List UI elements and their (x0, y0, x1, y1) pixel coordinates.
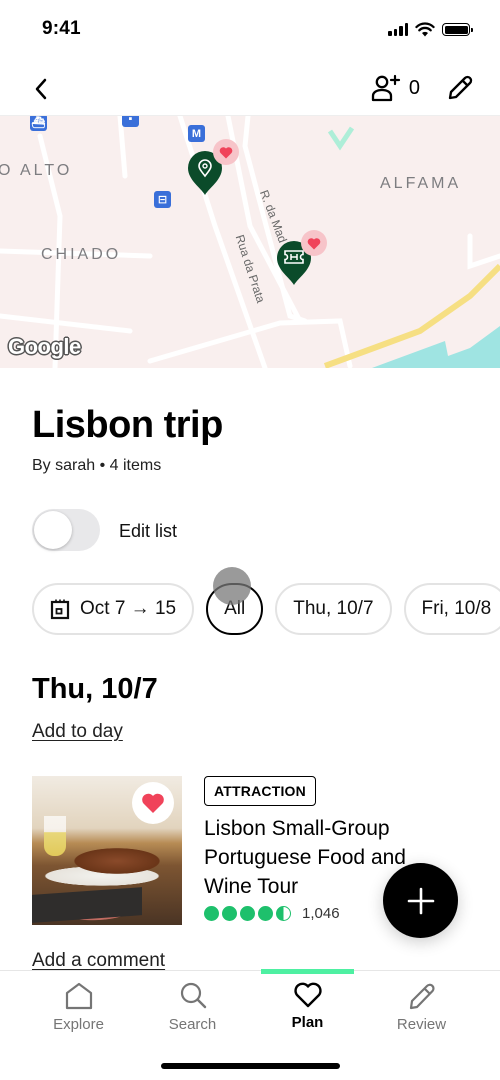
active-tab-indicator (261, 969, 354, 974)
edit-list-toggle[interactable] (32, 509, 100, 551)
saved-heart-marker (301, 230, 327, 256)
tab-label: Plan (291, 1014, 324, 1031)
day-heading: Thu, 10/7 (32, 673, 158, 705)
neighborhood-label: CHIADO (41, 246, 122, 263)
category-badge: ATTRACTION (204, 776, 316, 806)
chip-label: Fri, 10/8 (421, 598, 492, 619)
chip-day[interactable]: Fri, 10/8 (403, 583, 500, 635)
tab-label: Explore (53, 1016, 104, 1033)
edit-trip-button[interactable] (444, 72, 476, 104)
add-item-fab[interactable] (383, 863, 458, 938)
saved-heart-marker (213, 139, 239, 165)
rating-bubble-full (258, 906, 273, 921)
neighborhood-label: O ALTO (0, 162, 73, 179)
tab-search[interactable]: Search (130, 981, 255, 1033)
back-button[interactable] (26, 74, 56, 104)
tab-plan[interactable]: Plan (245, 981, 370, 1031)
chip-date-range[interactable]: Oct 7 → 15 (32, 583, 195, 635)
rating-bubble-full (204, 906, 219, 921)
plus-icon (407, 887, 434, 914)
map-roads (0, 116, 500, 368)
metro-icon[interactable]: M (188, 125, 205, 142)
review-count: 1,046 (302, 905, 340, 922)
status-icons (388, 22, 473, 37)
toggle-knob (34, 511, 72, 549)
neighborhood-label: ALFAMA (380, 175, 462, 192)
trip-title: Lisbon trip (32, 404, 223, 446)
home-icon (65, 982, 92, 1010)
save-heart-button[interactable] (132, 782, 174, 824)
calendar-icon (50, 599, 70, 620)
chip-label: Oct 7 → 15 (80, 598, 177, 619)
edit-list-label: Edit list (119, 521, 178, 541)
photo-detail (44, 816, 66, 856)
trip-meta: By sarah • 4 items (32, 457, 162, 474)
trip-map[interactable]: O ALTO CHIADO ALFAMA Rua da Prata R. da … (0, 116, 500, 368)
photo-detail (32, 887, 142, 923)
heart-icon (142, 793, 164, 813)
chip-all[interactable]: All (206, 583, 264, 635)
bus-icon[interactable]: ▪ (122, 116, 139, 127)
chevron-left-icon (35, 78, 47, 100)
search-icon (180, 982, 206, 1009)
status-bar: 9:41 (0, 0, 500, 60)
pencil-icon (448, 75, 473, 100)
ferry-icon[interactable]: ⛴ (30, 116, 47, 131)
tab-review[interactable]: Review (359, 981, 484, 1033)
cellular-signal-icon (388, 23, 408, 36)
collaborator-count: 0 (408, 76, 420, 99)
add-to-day-link[interactable]: Add to day (32, 721, 123, 743)
tab-label: Search (168, 1016, 217, 1033)
add-comment-link[interactable]: Add a comment (32, 950, 165, 972)
chip-label: All (224, 598, 246, 619)
heart-icon (219, 146, 233, 158)
add-person-icon (371, 74, 400, 102)
rating-bubble-full (222, 906, 237, 921)
home-indicator (161, 1063, 340, 1069)
wifi-icon (415, 22, 435, 37)
tram-icon[interactable]: ⊟ (154, 191, 171, 208)
tab-label: Review (396, 1016, 447, 1033)
google-attribution-logo: Google (8, 334, 81, 359)
status-time: 9:41 (42, 18, 81, 39)
rating-bubble-full (240, 906, 255, 921)
heart-icon (307, 237, 321, 249)
tab-explore[interactable]: Explore (16, 981, 141, 1033)
chip-label: Thu, 10/7 (293, 598, 374, 619)
add-collaborator-button[interactable]: 0 (371, 74, 420, 102)
heart-icon (293, 982, 322, 1008)
battery-icon (442, 23, 473, 36)
rating-bubble-half (276, 906, 291, 921)
pencil-icon (409, 983, 435, 1010)
top-nav: 0 (0, 60, 500, 116)
chip-day[interactable]: Thu, 10/7 (275, 583, 392, 635)
rating-bubbles: 1,046 (204, 905, 340, 922)
day-filter-chips: Oct 7 → 15 All Thu, 10/7 Fri, 10/8 (32, 583, 500, 635)
